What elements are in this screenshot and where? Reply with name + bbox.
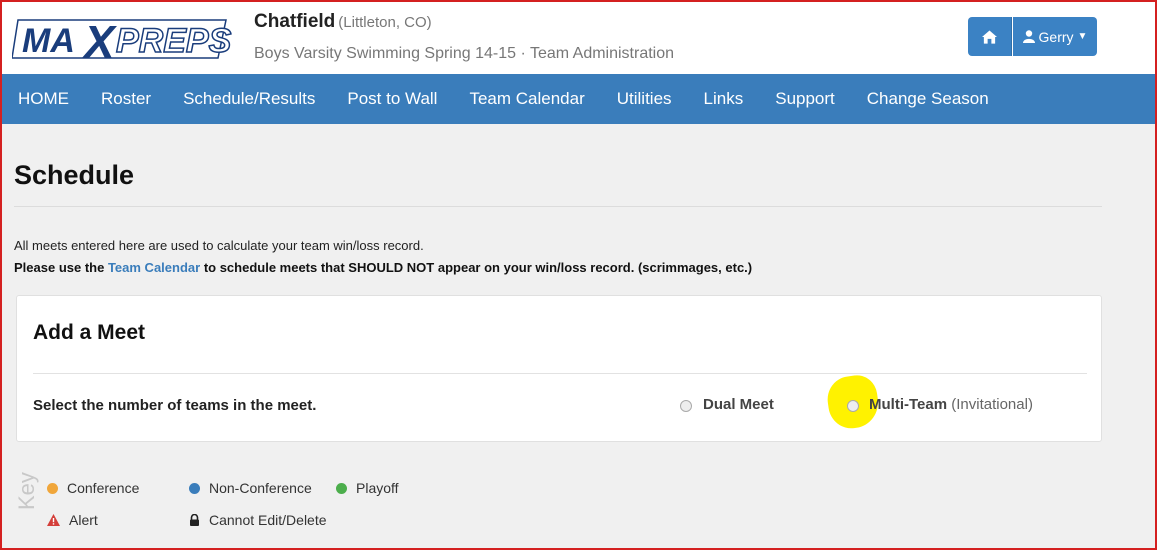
dual-meet-radio[interactable] <box>680 400 692 412</box>
key-non-conference: Non-Conference <box>189 480 312 496</box>
key-conference-label: Conference <box>67 480 140 496</box>
key-playoff: Playoff <box>336 480 399 496</box>
add-meet-panel: Add a Meet Select the number of teams in… <box>16 295 1102 442</box>
key-conference: Conference <box>47 480 139 496</box>
nav-utilities[interactable]: Utilities <box>617 89 672 109</box>
key-cannot-edit-label: Cannot Edit/Delete <box>209 512 327 528</box>
top-header: MA X PREPS Chatfield (Littleton, CO) Boys… <box>2 2 1155 74</box>
user-name: Gerry <box>1038 28 1074 45</box>
nav-change-season[interactable]: Change Season <box>867 89 989 109</box>
playoff-dot-icon <box>336 482 347 494</box>
page-title: Schedule <box>14 160 135 190</box>
info-text-post: to schedule meets that SHOULD NOT appear… <box>200 260 753 275</box>
nav-support[interactable]: Support <box>775 89 835 109</box>
user-icon <box>1022 30 1035 43</box>
nav-links[interactable]: Links <box>704 89 744 109</box>
nav-home[interactable]: HOME <box>18 89 69 109</box>
non-conference-dot-icon <box>189 482 200 494</box>
nav-team-calendar[interactable]: Team Calendar <box>469 89 584 109</box>
multi-team-subtext: (Invitational) <box>951 396 1033 413</box>
info-text-pre: Please use the <box>14 260 108 275</box>
multi-team-label[interactable]: Multi-Team (Invitational) <box>869 396 1033 413</box>
team-subtitle: Boys Varsity Swimming Spring 14-15 · Tea… <box>254 45 675 62</box>
home-icon <box>982 29 997 44</box>
svg-text:PREPS: PREPS <box>116 22 232 60</box>
school-name: Chatfield (Littleton, CO) <box>254 11 432 33</box>
key-alert-label: Alert <box>69 512 98 528</box>
nav-roster[interactable]: Roster <box>101 89 151 109</box>
school-location: (Littleton, CO) <box>338 14 432 31</box>
key-playoff-label: Playoff <box>356 480 399 496</box>
multi-team-text: Multi-Team <box>869 396 948 413</box>
alert-icon <box>47 514 60 526</box>
key-cannot-edit: Cannot Edit/Delete <box>189 512 327 528</box>
title-divider <box>14 206 1102 207</box>
key-label: Key <box>14 472 39 510</box>
user-menu-button[interactable]: Gerry ▼ <box>1013 17 1097 56</box>
info-text-record: All meets entered here are used to calcu… <box>14 238 424 253</box>
panel-divider <box>33 373 1087 374</box>
meet-type-prompt: Select the number of teams in the meet. <box>33 397 317 414</box>
key-non-conference-label: Non-Conference <box>209 480 312 496</box>
nav-schedule-results[interactable]: Schedule/Results <box>183 89 315 109</box>
team-calendar-link[interactable]: Team Calendar <box>108 260 200 275</box>
conference-dot-icon <box>47 482 58 494</box>
maxpreps-logo[interactable]: MA X PREPS <box>12 10 232 66</box>
home-button[interactable] <box>968 17 1012 56</box>
main-nav: HOME Roster Schedule/Results Post to Wal… <box>2 74 1155 124</box>
chevron-down-icon: ▼ <box>1077 31 1088 42</box>
svg-text:MA: MA <box>22 22 75 60</box>
dual-meet-label[interactable]: Dual Meet <box>703 396 774 413</box>
lock-icon <box>190 514 199 526</box>
add-meet-title: Add a Meet <box>33 321 146 344</box>
svg-text:X: X <box>81 16 117 66</box>
info-text-calendar: Please use the Team Calendar to schedule… <box>14 260 752 275</box>
nav-post-to-wall[interactable]: Post to Wall <box>347 89 437 109</box>
school-name-text: Chatfield <box>254 11 336 32</box>
key-alert: Alert <box>47 512 98 528</box>
multi-team-radio[interactable] <box>847 400 859 412</box>
